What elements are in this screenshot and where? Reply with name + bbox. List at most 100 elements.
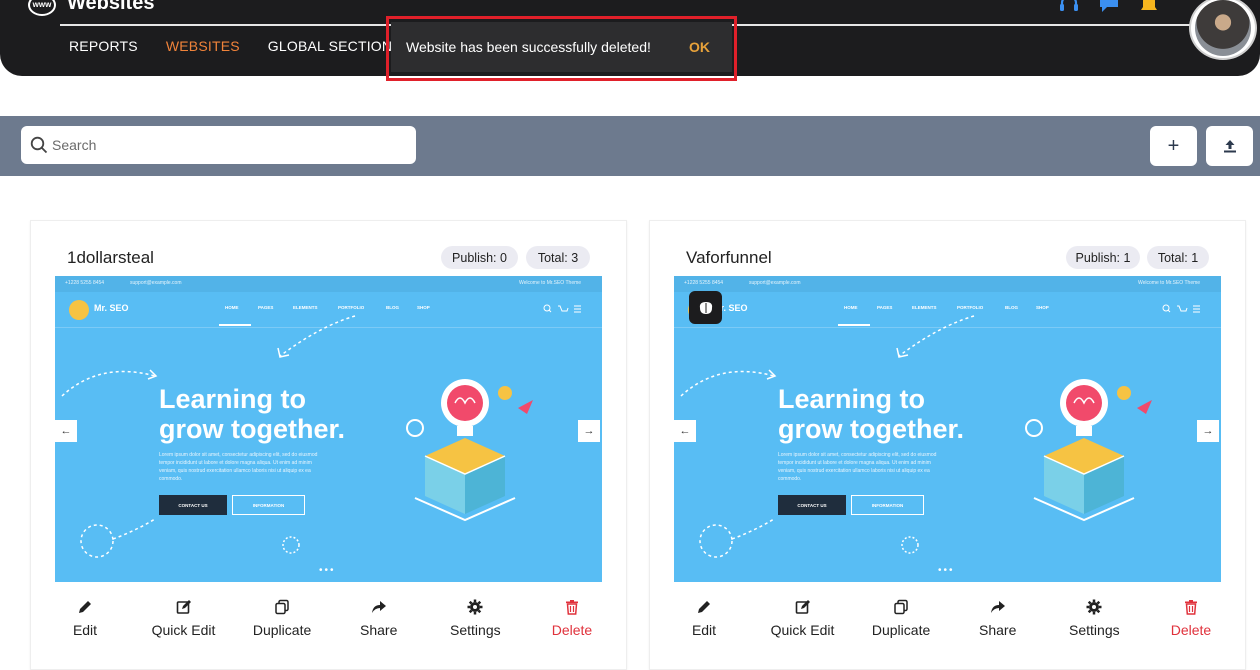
action-label: Settings bbox=[1069, 622, 1120, 638]
action-label: Settings bbox=[450, 622, 501, 638]
quick-edit-icon bbox=[795, 597, 811, 617]
card-actions: Edit Quick Edit Duplicate Share Settings… bbox=[55, 597, 602, 638]
toast-ok-button[interactable]: OK bbox=[689, 39, 710, 55]
success-toast: Website has been successfully deleted! O… bbox=[391, 22, 732, 72]
chat-icon[interactable] bbox=[1098, 0, 1120, 14]
preview-dashed-arrow-icon bbox=[699, 518, 775, 558]
preview-prev-arrow: ← bbox=[674, 420, 696, 442]
website-card: Vaforfunnel Publish: 1 Total: 1 +1228 52… bbox=[649, 220, 1246, 670]
preview-prev-arrow: ← bbox=[55, 420, 77, 442]
duplicate-icon bbox=[274, 597, 290, 617]
duplicate-button[interactable]: Duplicate bbox=[252, 597, 312, 638]
website-name: Vaforfunnel bbox=[686, 248, 772, 267]
site-preview-thumbnail[interactable]: +1228 5255 8454 support@example.com Welc… bbox=[55, 276, 602, 582]
action-label: Share bbox=[979, 622, 1017, 638]
nav-global-sections[interactable]: GLOBAL SECTIONS bbox=[268, 38, 402, 54]
preview-paragraph: Lorem ipsum dolor sit amet, consectetur … bbox=[778, 452, 937, 482]
settings-button[interactable]: Settings bbox=[445, 597, 505, 638]
action-label: Quick Edit bbox=[151, 622, 216, 638]
preview-lightbulb-box-illustration bbox=[1025, 379, 1152, 522]
toast-message: Website has been successfully deleted! bbox=[406, 39, 651, 55]
preview-info-button: INFORMATION bbox=[232, 495, 305, 515]
trash-icon bbox=[564, 597, 580, 617]
trash-icon bbox=[1183, 597, 1199, 617]
preview-headline-line1: Learning to bbox=[159, 384, 306, 414]
preview-slider-dots: ••• bbox=[938, 565, 955, 576]
duplicate-icon bbox=[893, 597, 909, 617]
add-website-button[interactable]: + bbox=[1150, 126, 1197, 166]
settings-button[interactable]: Settings bbox=[1064, 597, 1124, 638]
delete-button[interactable]: Delete bbox=[542, 597, 602, 638]
preview-dashed-arrow-icon bbox=[680, 369, 777, 397]
quick-edit-button[interactable]: Quick Edit bbox=[151, 597, 216, 638]
edit-button[interactable]: Edit bbox=[674, 597, 734, 638]
preview-phone: +1228 5255 8454 bbox=[65, 280, 105, 286]
preview-dashed-arrow-icon bbox=[80, 518, 156, 558]
share-button[interactable]: Share bbox=[349, 597, 409, 638]
preview-welcome: Welcome to Mr.SEO Theme bbox=[519, 280, 582, 286]
preview-topbar: +1228 5255 8454 support@example.com Welc… bbox=[55, 276, 602, 292]
share-icon bbox=[371, 597, 387, 617]
main-nav: REPORTS WEBSITES GLOBAL SECTIONS bbox=[69, 38, 402, 54]
publish-count-badge: Publish: 0 bbox=[441, 246, 518, 269]
header-icons bbox=[1058, 0, 1160, 14]
preview-sparkle-icon bbox=[282, 536, 300, 554]
share-icon bbox=[990, 597, 1006, 617]
action-label: Quick Edit bbox=[770, 622, 835, 638]
page-title: Websites bbox=[67, 0, 155, 14]
preview-contact-button: CONTACT US bbox=[159, 495, 227, 515]
avatar-photo bbox=[1195, 0, 1251, 56]
gear-icon bbox=[467, 597, 483, 617]
preview-email: support@example.com bbox=[749, 280, 801, 286]
gear-icon bbox=[1086, 597, 1102, 617]
preview-dashed-arrow-icon bbox=[277, 315, 356, 358]
website-card: 1dollarsteal Publish: 0 Total: 3 +1228 5… bbox=[30, 220, 627, 670]
total-count-badge: Total: 3 bbox=[526, 246, 590, 269]
preview-menu-item: SHOP bbox=[1036, 305, 1049, 310]
preview-slider-dots: ••• bbox=[319, 565, 336, 576]
preview-menu-underline bbox=[219, 324, 251, 326]
duplicate-button[interactable]: Duplicate bbox=[871, 597, 931, 638]
preview-menu-item: HOME bbox=[844, 305, 858, 310]
support-headset-icon[interactable] bbox=[1058, 0, 1080, 14]
preview-contact-button: CONTACT US bbox=[778, 495, 846, 515]
preview-headline: Learning to grow together. bbox=[778, 384, 964, 444]
delete-button[interactable]: Delete bbox=[1161, 597, 1221, 638]
preview-welcome: Welcome to Mr.SEO Theme bbox=[1138, 280, 1201, 286]
www-globe-icon: www bbox=[28, 0, 56, 16]
nav-websites[interactable]: WEBSITES bbox=[166, 38, 240, 54]
brain-badge-icon[interactable] bbox=[689, 291, 722, 324]
search-input[interactable] bbox=[52, 137, 392, 153]
preview-lightbulb-box-illustration bbox=[406, 379, 533, 522]
preview-headline-line2: grow together. bbox=[159, 414, 346, 444]
action-label: Edit bbox=[691, 622, 717, 638]
preview-brand: Mr. SEO bbox=[94, 303, 129, 313]
preview-info-button: INFORMATION bbox=[851, 495, 924, 515]
site-preview-thumbnail[interactable]: +1228 5255 8454 support@example.com Welc… bbox=[674, 276, 1221, 582]
preview-header-icons bbox=[1162, 304, 1200, 313]
preview-menu-underline bbox=[838, 324, 870, 326]
preview-headline-line2: grow together. bbox=[778, 414, 965, 444]
action-label: Delete bbox=[551, 622, 593, 638]
card-actions: Edit Quick Edit Duplicate Share Settings… bbox=[674, 597, 1221, 638]
user-avatar[interactable] bbox=[1189, 0, 1257, 60]
edit-icon bbox=[696, 597, 712, 617]
share-button[interactable]: Share bbox=[968, 597, 1028, 638]
quick-edit-button[interactable]: Quick Edit bbox=[770, 597, 835, 638]
edit-icon bbox=[77, 597, 93, 617]
bell-icon[interactable] bbox=[1138, 0, 1160, 14]
preview-dashed-arrow-icon bbox=[61, 369, 158, 397]
action-label: Duplicate bbox=[871, 622, 931, 638]
total-count-badge: Total: 1 bbox=[1147, 246, 1209, 269]
preview-phone: +1228 5255 8454 bbox=[684, 280, 724, 286]
action-label: Share bbox=[360, 622, 398, 638]
action-label: Edit bbox=[72, 622, 98, 638]
preview-next-arrow: → bbox=[1197, 420, 1219, 442]
preview-next-arrow: → bbox=[578, 420, 600, 442]
action-label: Duplicate bbox=[252, 622, 312, 638]
upload-button[interactable] bbox=[1206, 126, 1253, 166]
preview-email: support@example.com bbox=[130, 280, 182, 286]
preview-menu-item: BLOG bbox=[1005, 305, 1018, 310]
edit-button[interactable]: Edit bbox=[55, 597, 115, 638]
nav-reports[interactable]: REPORTS bbox=[69, 38, 138, 54]
